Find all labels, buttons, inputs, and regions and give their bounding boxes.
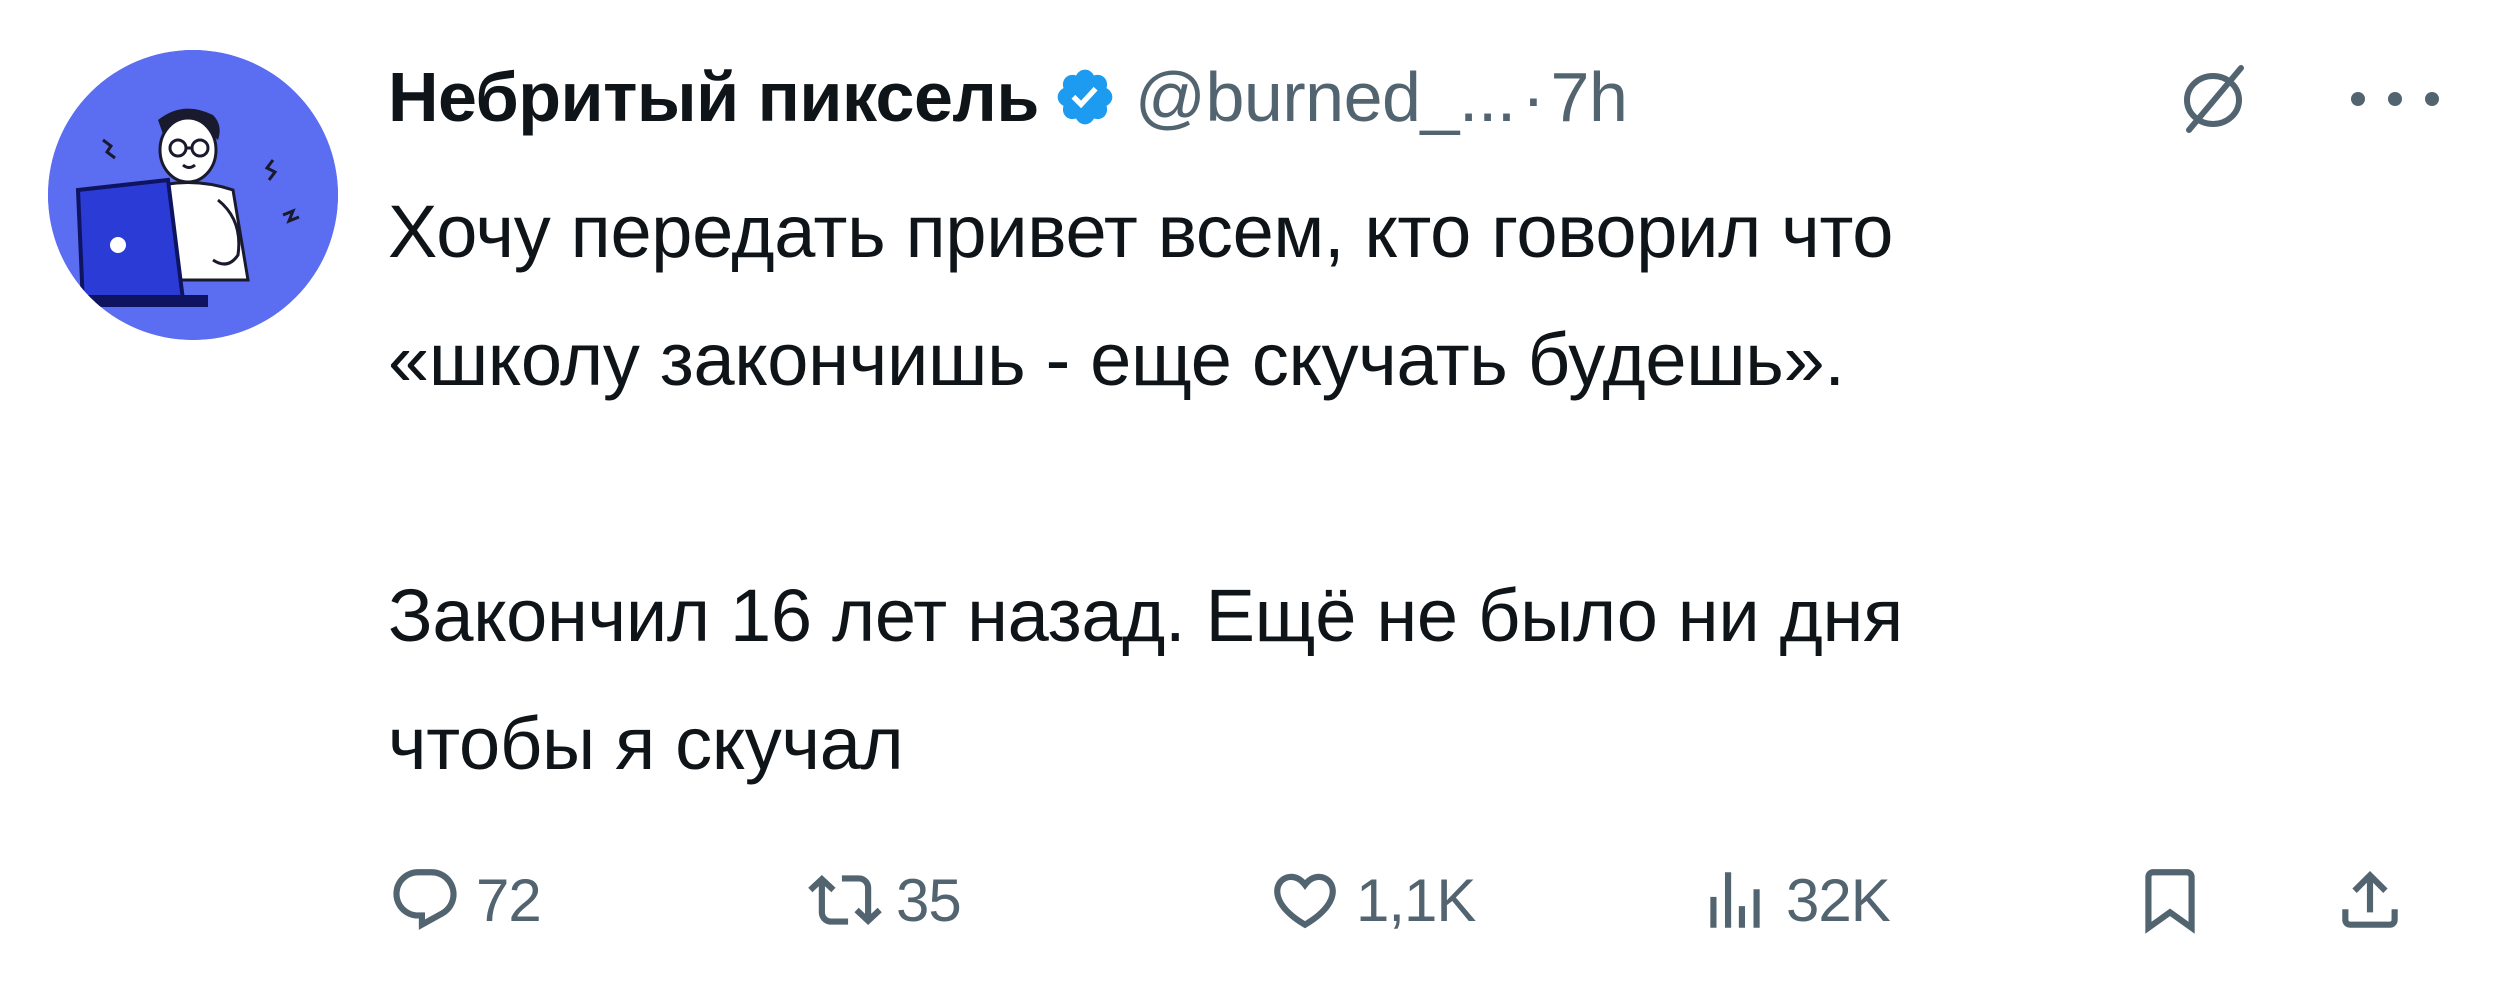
avatar-illustration	[48, 50, 338, 340]
retweet-button[interactable]: 35	[808, 850, 962, 950]
separator-dot: ·	[1521, 58, 1545, 136]
views-button[interactable]: 32K	[1698, 850, 1891, 950]
share-icon	[2342, 870, 2398, 928]
grok-icon[interactable]	[2175, 60, 2251, 136]
tweet-header: Небритый пиксель @burned_... · 7h	[388, 52, 1628, 142]
more-icon[interactable]	[2340, 84, 2450, 114]
tweet-text: Хочу передать привет всем, кто говорил ч…	[388, 168, 2448, 808]
bookmark-icon	[2145, 869, 2195, 934]
tweet[interactable]: Небритый пиксель @burned_... · 7h Хочу п…	[0, 0, 2508, 1002]
reply-button[interactable]: 72	[388, 850, 542, 950]
timestamp[interactable]: 7h	[1551, 57, 1628, 137]
like-count: 1,1K	[1356, 866, 1476, 934]
handle[interactable]: @burned_...	[1135, 57, 1516, 137]
share-button[interactable]	[2333, 850, 2407, 950]
tweet-paragraph-1: Хочу передать привет всем, кто говорил ч…	[388, 190, 1894, 401]
action-bar: 72 35 1,1K 32K	[388, 850, 2468, 950]
views-icon	[1710, 872, 1760, 928]
bookmark-button[interactable]	[2133, 850, 2207, 950]
like-button[interactable]: 1,1K	[1268, 850, 1476, 950]
views-count: 32K	[1786, 866, 1891, 934]
retweet-count: 35	[896, 866, 962, 934]
avatar[interactable]	[48, 50, 338, 340]
heart-icon	[1274, 873, 1336, 929]
retweet-icon	[808, 874, 882, 926]
tweet-paragraph-2: Закончил 16 лет назад. Ещё не было ни дн…	[388, 574, 1903, 785]
reply-icon	[393, 869, 457, 930]
display-name[interactable]: Небритый пиксель	[388, 57, 1039, 137]
reply-count: 72	[476, 866, 542, 934]
verified-badge-icon	[1053, 65, 1117, 129]
